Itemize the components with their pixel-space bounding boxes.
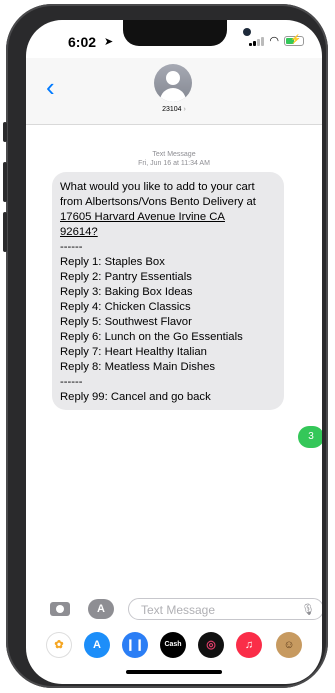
fitness-app-icon[interactable]: ◎ [198, 632, 224, 658]
contact-name[interactable]: 23104 › [26, 106, 322, 113]
reply-option: Reply 5: Southwest Flavor [60, 316, 192, 328]
cellular-signal-icon [249, 36, 265, 46]
address-link-zip[interactable]: 92614? [60, 226, 98, 238]
battery-charging-icon: ⚡ [284, 34, 304, 46]
volume-down-button [3, 212, 7, 252]
app-glyph: ♫ [244, 639, 254, 651]
message-divider: ------ [60, 241, 83, 253]
outgoing-message-bubble[interactable]: 3 [298, 426, 322, 448]
camera-icon[interactable] [50, 602, 70, 616]
reply-option: Reply 3: Baking Box Ideas [60, 286, 193, 298]
reply-option: Reply 2: Pantry Essentials [60, 271, 192, 283]
microphone-icon[interactable]: 🎙 [301, 603, 315, 616]
app-glyph: Cash [164, 641, 182, 648]
volume-up-button [3, 162, 7, 202]
music-app-icon[interactable]: ♫ [236, 632, 262, 658]
audio-message-app-icon[interactable]: ❙❙ [122, 632, 148, 658]
message-input[interactable] [139, 602, 293, 618]
status-time: 6:02 [68, 34, 97, 50]
status-bar: 6:02 ➤ ◠ ⚡ [26, 20, 322, 56]
app-glyph: ☺ [283, 639, 295, 651]
app-glyph: A [93, 639, 101, 651]
message-divider: ------ [60, 376, 83, 388]
message-type-label: Text Message [152, 151, 196, 158]
reply-option: Reply 1: Staples Box [60, 256, 165, 268]
mute-switch [3, 122, 7, 142]
home-indicator[interactable] [126, 670, 222, 674]
message-line: 92614? [60, 225, 276, 240]
memoji-app-icon[interactable]: ☺ [276, 632, 302, 658]
contact-avatar[interactable] [154, 64, 192, 102]
reply-option: Reply 7: Heart Healthy Italian [60, 346, 207, 358]
address-link[interactable]: 17605 Harvard Avenue Irvine CA [60, 210, 276, 225]
photos-app-icon[interactable]: ✿ [46, 632, 72, 658]
conversation-header: ‹ 23104 › [26, 58, 322, 125]
message-date: Fri, Jun 16 at 11:34 AM [138, 160, 210, 167]
message-input-field[interactable]: 🎙 [128, 598, 322, 620]
app-glyph: ❙❙ [125, 639, 145, 651]
reply-option: Reply 4: Chicken Classics [60, 301, 191, 313]
reply-option: Reply 6: Lunch on the Go Essentials [60, 331, 243, 343]
app-drawer: ✿ A ❙❙ Cash ◎ ♫ ☺ [26, 632, 322, 660]
location-arrow-icon: ➤ [104, 36, 114, 48]
reply-option: Reply 99: Cancel and go back [60, 391, 211, 403]
incoming-message-bubble[interactable]: What would you like to add to your cart … [52, 172, 284, 410]
wifi-icon: ◠ [269, 35, 279, 47]
phone-frame: 6:02 ➤ ◠ ⚡ ‹ 23104 › Text Message Fri, J… [6, 4, 328, 688]
app-glyph: ✿ [54, 639, 64, 651]
charging-bolt-icon: ⚡ [290, 34, 302, 44]
chevron-right-icon: › [183, 106, 186, 113]
avatar-head [166, 71, 180, 85]
status-icons: ◠ ⚡ [249, 34, 304, 47]
reply-option: Reply 8: Meatless Main Dishes [60, 361, 216, 373]
message-line: from Albertsons/Vons Bento Delivery at [60, 196, 256, 208]
app-store-app-icon[interactable]: A [84, 632, 110, 658]
avatar-shoulders [160, 88, 186, 102]
chevron-left-icon[interactable]: ‹ [46, 74, 55, 100]
contact-number: 23104 [162, 106, 182, 113]
app-store-icon[interactable]: A [88, 599, 114, 619]
apple-cash-app-icon[interactable]: Cash [160, 632, 186, 658]
message-timestamp: Text Message Fri, Jun 16 at 11:34 AM [26, 150, 322, 168]
app-glyph: ◎ [206, 639, 216, 651]
screen: 6:02 ➤ ◠ ⚡ ‹ 23104 › Text Message Fri, J… [26, 20, 322, 684]
compose-bar: A 🎙 [26, 598, 322, 628]
message-line: What would you like to add to your cart [60, 181, 255, 193]
